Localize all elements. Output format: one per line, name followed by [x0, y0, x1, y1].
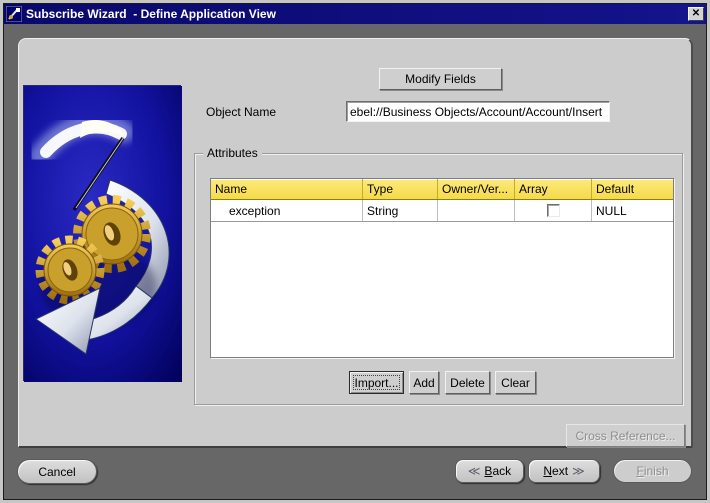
attributes-groupbox: Attributes Name Type Owner/Ver... Array … [194, 146, 683, 405]
attributes-table[interactable]: Name Type Owner/Ver... Array Default exc… [210, 178, 674, 358]
cell-type: String [363, 200, 438, 221]
table-row[interactable]: exception String NULL [211, 200, 673, 222]
cell-default: NULL [596, 203, 627, 218]
cancel-label: Cancel [38, 464, 76, 479]
content-panel: Modify Fields Object Name Attributes Nam… [18, 38, 693, 448]
next-chevron-icon: ≫ [572, 464, 585, 478]
object-name-input[interactable] [346, 101, 610, 122]
array-checkbox[interactable] [546, 204, 560, 217]
cross-reference-button[interactable]: Cross Reference... [566, 424, 685, 447]
back-chevron-icon: ≪ [467, 464, 481, 478]
back-button[interactable]: ≪ Back [455, 459, 524, 483]
next-button[interactable]: Next ≫ [528, 459, 600, 483]
add-button[interactable]: Add [409, 371, 439, 394]
cell-array [515, 200, 592, 221]
clear-button[interactable]: Clear [495, 371, 536, 394]
cell-name: exception [211, 200, 363, 221]
attributes-legend: Attributes [203, 146, 262, 160]
subscribe-wizard-dialog: Subscribe Wizard - Define Application Vi… [0, 0, 710, 503]
title-bar[interactable]: Subscribe Wizard - Define Application Vi… [4, 4, 706, 24]
window-title: Subscribe Wizard - Define Application Vi… [26, 7, 276, 21]
add-label: Add [413, 375, 435, 390]
column-header-name[interactable]: Name [211, 179, 363, 199]
modify-fields-label: Modify Fields [405, 72, 476, 86]
import-button[interactable]: Import... [349, 371, 404, 394]
column-header-default[interactable]: Default [592, 179, 673, 199]
clear-label: Clear [501, 375, 530, 390]
column-header-array[interactable]: Array [515, 179, 592, 199]
wizard-icon [6, 6, 22, 22]
cross-reference-label: Cross Reference... [575, 428, 676, 443]
next-label: Next [543, 464, 569, 478]
finish-label: Finish [636, 464, 669, 478]
finish-button[interactable]: Finish [613, 459, 692, 483]
column-header-type[interactable]: Type [363, 179, 438, 199]
back-label: Back [484, 464, 512, 478]
wizard-artwork [23, 85, 182, 382]
object-name-label: Object Name [206, 105, 277, 119]
column-header-owner[interactable]: Owner/Ver... [438, 179, 515, 199]
import-label: Import... [354, 375, 399, 390]
cell-owner [438, 200, 515, 221]
attributes-table-header: Name Type Owner/Ver... Array Default [211, 179, 673, 200]
cancel-button[interactable]: Cancel [17, 459, 97, 484]
close-button[interactable]: ✕ [688, 7, 704, 21]
dialog-body: Subscribe Wizard - Define Application Vi… [3, 3, 707, 500]
modify-fields-button[interactable]: Modify Fields [379, 68, 502, 90]
delete-button[interactable]: Delete [445, 371, 490, 394]
delete-label: Delete [450, 375, 485, 390]
